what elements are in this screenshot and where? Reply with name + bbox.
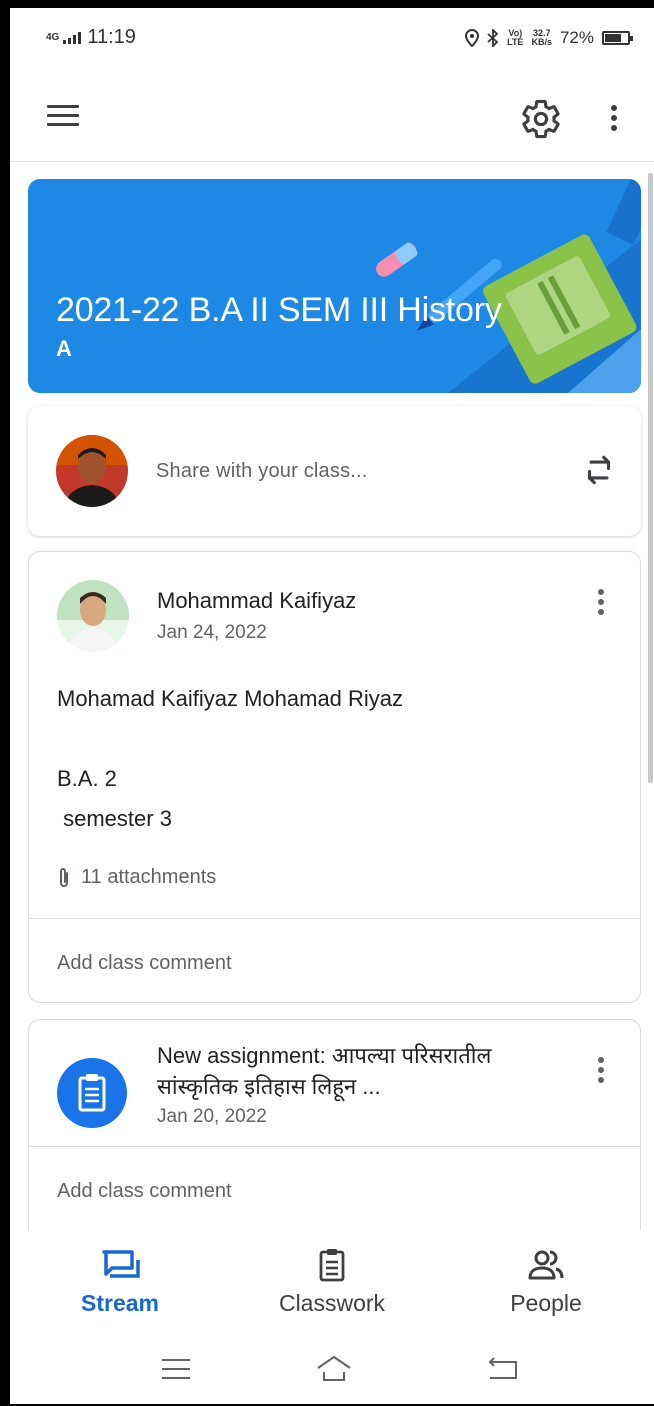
bluetooth-icon [487, 29, 499, 47]
location-icon [465, 29, 480, 47]
status-bar: 4G 11:19 Vo) LTE 32.7 KB/s 72% [10, 8, 654, 70]
class-section: A [56, 336, 72, 361]
post-text-line: semester 3 [57, 806, 172, 831]
people-icon [528, 1250, 564, 1280]
attachments-link[interactable]: 11 attachments [57, 866, 216, 889]
more-vertical-icon[interactable] [602, 100, 626, 136]
author-avatar [57, 580, 129, 652]
repost-icon[interactable] [580, 451, 618, 489]
signal-icon [63, 31, 82, 44]
books-illustration [376, 179, 641, 393]
share-prompt: Share with your class... [156, 460, 368, 482]
attachments-count: 11 attachments [81, 866, 217, 888]
assignment-icon [57, 1058, 127, 1128]
tab-people[interactable]: People [456, 1248, 636, 1317]
assignment-card[interactable]: New assignment: आपल्या परिसरातील सांस्कृ… [28, 1019, 641, 1249]
home-icon[interactable] [314, 1352, 354, 1386]
app-bar [10, 70, 654, 162]
network-speed: 32.7 KB/s [531, 28, 552, 47]
divider [29, 1146, 640, 1147]
announcement-card[interactable]: Mohammad Kaifiyaz Jan 24, 2022 Mohamad K… [28, 551, 641, 1003]
network-indicator: 4G [46, 31, 60, 43]
post-date: Jan 24, 2022 [157, 622, 267, 643]
user-avatar [56, 435, 128, 507]
recent-apps-icon[interactable] [156, 1352, 196, 1386]
assignment-more-icon[interactable] [589, 1052, 613, 1088]
divider [29, 918, 640, 919]
tab-stream[interactable]: Stream [30, 1248, 210, 1317]
bottom-navigation: Stream Classwork People [10, 1230, 654, 1336]
assignment-date: Jan 20, 2022 [157, 1106, 267, 1127]
author-name: Mohammad Kaifiyaz [157, 588, 357, 613]
tab-classwork[interactable]: Classwork [242, 1248, 422, 1317]
volte-indicator: Vo) LTE [507, 28, 524, 47]
gear-icon[interactable] [520, 98, 562, 140]
tab-label: People [510, 1290, 582, 1316]
share-card[interactable]: Share with your class... [28, 406, 641, 536]
tab-label: Classwork [278, 1290, 386, 1316]
class-title: 2021-22 B.A II SEM III History [56, 291, 502, 329]
class-banner[interactable]: 2021-22 B.A II SEM III History A [28, 179, 641, 393]
assignment-title: New assignment: आपल्या परिसरातील सांस्कृ… [157, 1043, 492, 1099]
battery-icon [602, 31, 633, 45]
paperclip-icon [60, 867, 68, 887]
scrollbar[interactable] [648, 173, 653, 783]
menu-icon[interactable] [44, 100, 82, 132]
add-class-comment[interactable]: Add class comment [57, 1180, 232, 1203]
post-text-line: B.A. 2 [57, 766, 117, 791]
post-text-line: Mohamad Kaifiyaz Mohamad Riyaz [57, 686, 404, 711]
battery-percent: 72% [559, 28, 594, 47]
post-more-icon[interactable] [589, 584, 613, 620]
back-icon[interactable] [482, 1352, 522, 1386]
stream-icon [102, 1250, 140, 1278]
system-navigation-bar [10, 1336, 654, 1404]
tab-label: Stream [81, 1290, 159, 1316]
classwork-icon [319, 1249, 345, 1282]
app-screen: 4G 11:19 Vo) LTE 32.7 KB/s 72% 2021-22 B… [10, 8, 654, 1404]
add-class-comment[interactable]: Add class comment [57, 952, 232, 975]
clock: 11:19 [87, 26, 136, 48]
